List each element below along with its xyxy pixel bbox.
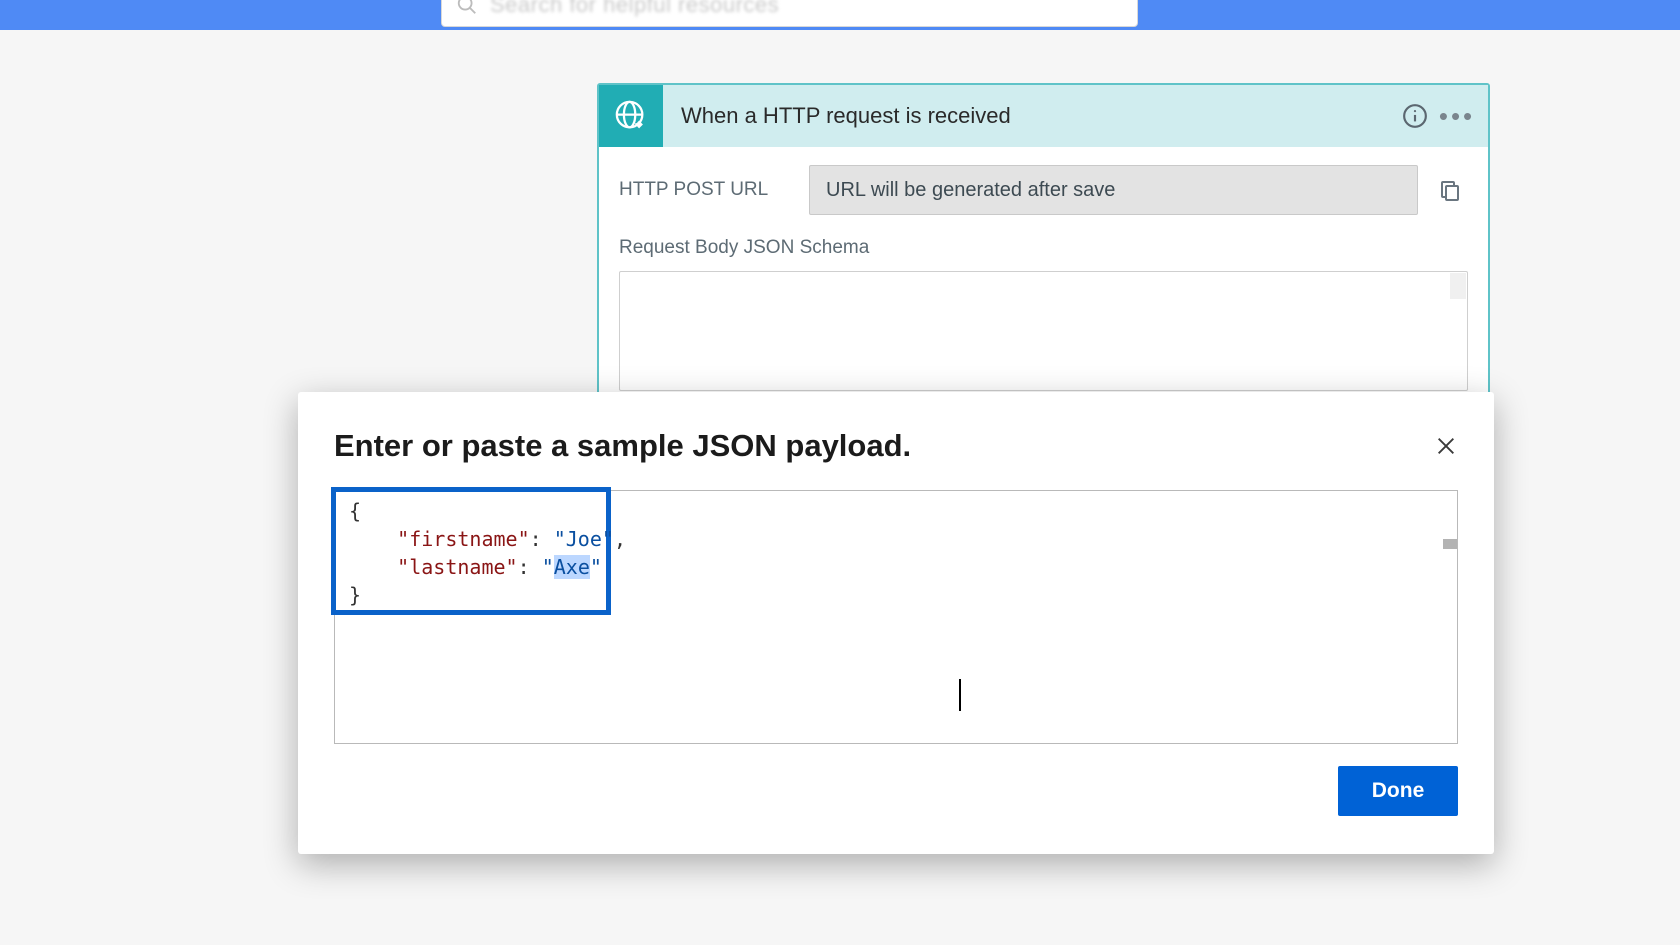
sample-json-modal: Enter or paste a sample JSON payload. { …: [298, 392, 1494, 854]
copy-url-button[interactable]: [1432, 172, 1468, 208]
search-icon: [456, 0, 478, 16]
search-placeholder: Search for helpful resources: [490, 0, 779, 18]
schema-label: Request Body JSON Schema: [619, 237, 1468, 259]
search-input[interactable]: Search for helpful resources: [441, 0, 1138, 27]
card-body: HTTP POST URL URL will be generated afte…: [599, 147, 1488, 417]
card-title: When a HTTP request is received: [681, 103, 1394, 129]
top-app-bar: Search for helpful resources: [0, 0, 1680, 30]
scrollbar[interactable]: [1441, 491, 1457, 743]
json-payload-textarea[interactable]: { "firstname": "Joe", "lastname": "Axe" …: [334, 490, 1458, 744]
http-post-url-field[interactable]: URL will be generated after save: [809, 165, 1418, 215]
card-header[interactable]: When a HTTP request is received •••: [599, 85, 1488, 147]
more-menu-button[interactable]: •••: [1436, 95, 1478, 137]
scrollbar[interactable]: [1450, 273, 1466, 299]
json-code-text: { "firstname": "Joe", "lastname": "Axe" …: [349, 497, 626, 609]
ellipsis-icon: •••: [1439, 101, 1475, 132]
done-button[interactable]: Done: [1338, 766, 1458, 816]
http-trigger-icon: [599, 85, 663, 147]
url-label: HTTP POST URL: [619, 179, 809, 201]
http-trigger-card: When a HTTP request is received ••• HTTP…: [597, 83, 1490, 419]
text-caret: [959, 679, 961, 711]
close-button[interactable]: [1428, 428, 1464, 464]
close-icon: [1435, 435, 1457, 457]
info-icon[interactable]: [1394, 95, 1436, 137]
scroll-thumb[interactable]: [1443, 539, 1457, 549]
copy-icon: [1438, 178, 1462, 202]
modal-title: Enter or paste a sample JSON payload.: [334, 428, 1458, 464]
schema-textarea[interactable]: [619, 271, 1468, 391]
